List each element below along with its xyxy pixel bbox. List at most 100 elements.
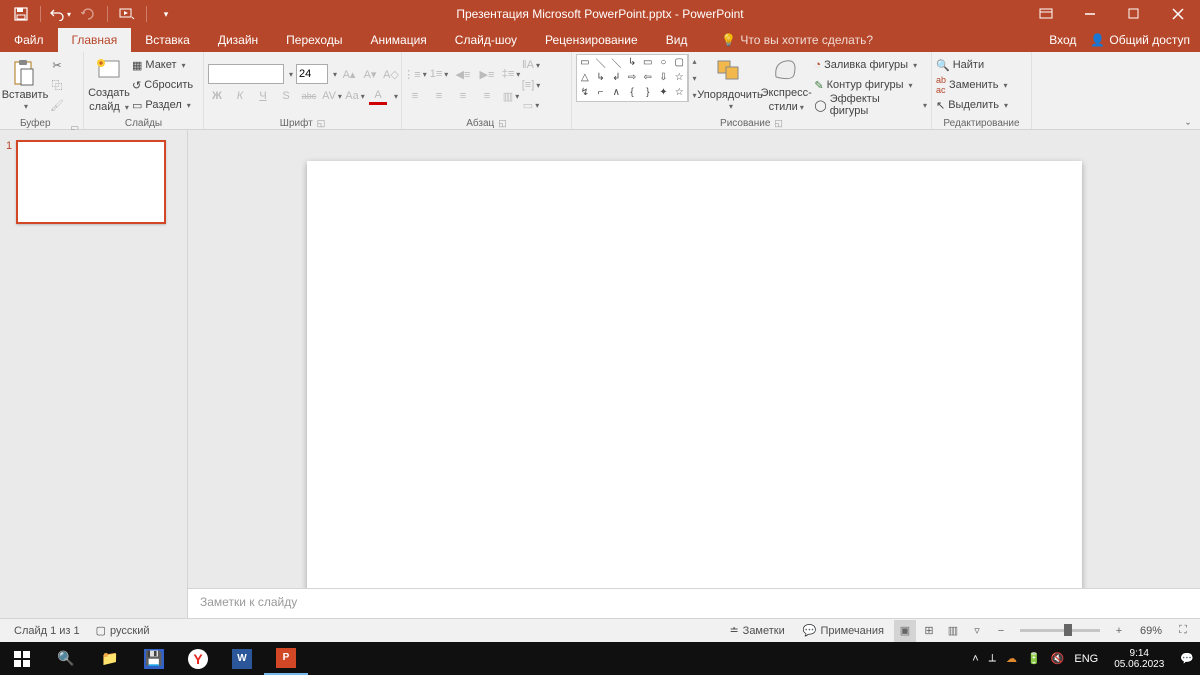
powerpoint-button[interactable]: P xyxy=(264,642,308,675)
underline-button[interactable]: Ч xyxy=(254,87,272,105)
align-center-icon[interactable]: ≡ xyxy=(430,87,448,105)
slide-counter[interactable]: Слайд 1 из 1 xyxy=(6,625,88,637)
new-slide-button[interactable]: Создать слайд ▾ xyxy=(88,54,130,116)
collapse-ribbon-icon[interactable]: ˬ xyxy=(1176,52,1200,129)
start-button[interactable] xyxy=(0,642,44,675)
tab-file[interactable]: Файл xyxy=(0,28,58,52)
shape-effects-button[interactable]: ◯Эффекты фигуры▾ xyxy=(814,96,927,114)
fit-window-icon[interactable]: ⛶ xyxy=(1172,620,1194,642)
normal-view-icon[interactable]: ▣ xyxy=(894,620,916,642)
tell-me-input[interactable]: 💡 Что вы хотите сделать? xyxy=(721,28,873,52)
italic-button[interactable]: К xyxy=(231,87,249,105)
notes-pane[interactable]: Заметки к слайду xyxy=(188,588,1200,618)
select-button[interactable]: ↖Выделить▾ xyxy=(936,96,1008,114)
dialog-launcher-icon[interactable]: ◱ xyxy=(317,118,326,129)
qat-more-icon[interactable]: ▾ xyxy=(153,1,179,27)
font-family-combo[interactable] xyxy=(208,64,284,84)
increase-indent-icon[interactable]: ▶≡ xyxy=(478,65,496,83)
find-button[interactable]: 🔍Найти xyxy=(936,56,1008,74)
tab-transitions[interactable]: Переходы xyxy=(272,28,356,52)
explorer-button[interactable]: 📁 xyxy=(88,642,132,675)
wifi-icon[interactable]: ⟂ xyxy=(989,652,996,665)
shape-outline-button[interactable]: ✎Контур фигуры▾ xyxy=(814,76,927,94)
tab-animations[interactable]: Анимация xyxy=(356,28,440,52)
paste-button[interactable]: Вставить ▾ xyxy=(4,54,46,116)
gallery-down-icon[interactable]: ▾ xyxy=(689,71,700,85)
gallery-up-icon[interactable]: ▴ xyxy=(689,54,700,68)
layout-button[interactable]: ▦Макет▾ xyxy=(132,56,193,74)
shadow-button[interactable]: S xyxy=(277,87,295,105)
section-button[interactable]: ▭Раздел▾ xyxy=(132,96,193,114)
ribbon-display-icon[interactable] xyxy=(1024,0,1068,28)
shape-fill-button[interactable]: ◔Заливка фигуры▾ xyxy=(814,56,927,74)
yandex-button[interactable]: Y xyxy=(176,642,220,675)
strike-button[interactable]: abc xyxy=(300,87,318,105)
sorter-view-icon[interactable]: ⊞ xyxy=(918,620,940,642)
zoom-slider[interactable] xyxy=(1020,629,1100,632)
volume-icon[interactable]: 🔇 xyxy=(1051,652,1065,665)
tab-design[interactable]: Дизайн xyxy=(204,28,272,52)
bullets-icon[interactable]: ⋮≡▾ xyxy=(406,65,424,83)
notes-toggle[interactable]: ≐Заметки xyxy=(721,624,792,637)
format-painter-icon[interactable]: 🖌 xyxy=(48,96,66,114)
slide-editor[interactable] xyxy=(188,130,1200,618)
decrease-indent-icon[interactable]: ◀≡ xyxy=(454,65,472,83)
save-icon[interactable] xyxy=(8,1,34,27)
clock[interactable]: 9:14 05.06.2023 xyxy=(1108,648,1170,670)
minimize-icon[interactable] xyxy=(1068,0,1112,28)
slide-canvas[interactable] xyxy=(307,161,1082,597)
arrange-button[interactable]: Упорядочить▾ xyxy=(702,54,758,116)
zoom-out-icon[interactable]: − xyxy=(990,620,1012,642)
reading-view-icon[interactable]: ▥ xyxy=(942,620,964,642)
zoom-level[interactable]: 69% xyxy=(1132,625,1170,637)
tab-home[interactable]: Главная xyxy=(58,28,132,52)
change-case-icon[interactable]: Aa▾ xyxy=(346,87,364,105)
decrease-font-icon[interactable]: A▾ xyxy=(361,65,379,83)
slideshow-view-icon[interactable]: ▿ xyxy=(966,620,988,642)
app-button-1[interactable]: 💾 xyxy=(132,642,176,675)
share-button[interactable]: 👤 Общий доступ xyxy=(1090,33,1190,47)
comments-toggle[interactable]: 💬Примечания xyxy=(795,624,892,637)
start-from-beginning-icon[interactable] xyxy=(114,1,140,27)
increase-font-icon[interactable]: A▴ xyxy=(340,65,358,83)
line-spacing-icon[interactable]: ‡≡▾ xyxy=(502,65,520,83)
replace-button[interactable]: abacЗаменить▾ xyxy=(936,76,1008,94)
smartart-icon[interactable]: ▭▾ xyxy=(522,96,540,114)
undo-icon[interactable]: ▾ xyxy=(47,1,73,27)
shapes-gallery[interactable]: ▭＼＼↳▭○▢ △↳↲⇨⇦⇩☆ ↯⌐∧{}✦☆ xyxy=(576,54,688,102)
align-text-icon[interactable]: [≡]▾ xyxy=(522,76,540,94)
tab-slideshow[interactable]: Слайд-шоу xyxy=(441,28,531,52)
align-right-icon[interactable]: ≡ xyxy=(454,87,472,105)
bold-button[interactable]: Ж xyxy=(208,87,226,105)
cut-icon[interactable]: ✂ xyxy=(48,56,66,74)
tab-review[interactable]: Рецензирование xyxy=(531,28,652,52)
dialog-launcher-icon[interactable]: ◱ xyxy=(774,118,783,129)
tab-view[interactable]: Вид xyxy=(652,28,702,52)
font-color-icon[interactable]: A xyxy=(369,87,387,105)
maximize-icon[interactable] xyxy=(1112,0,1156,28)
columns-icon[interactable]: ▥▾ xyxy=(502,87,520,105)
copy-icon[interactable]: ⿻ xyxy=(48,76,66,94)
font-size-combo[interactable] xyxy=(296,64,328,84)
char-spacing-icon[interactable]: AV▾ xyxy=(323,87,341,105)
onedrive-icon[interactable]: ☁ xyxy=(1006,652,1017,665)
justify-icon[interactable]: ≡ xyxy=(478,87,496,105)
tab-insert[interactable]: Вставка xyxy=(131,28,204,52)
signin-link[interactable]: Вход xyxy=(1049,33,1076,47)
quick-styles-button[interactable]: Экспресс- стили▾ xyxy=(760,54,812,116)
close-icon[interactable] xyxy=(1156,0,1200,28)
clear-format-icon[interactable]: A◇ xyxy=(382,65,400,83)
keyboard-lang[interactable]: ENG xyxy=(1074,653,1098,665)
dialog-launcher-icon[interactable]: ◱ xyxy=(498,118,507,129)
numbering-icon[interactable]: 1≡▾ xyxy=(430,65,448,83)
slide-thumbnail-1[interactable] xyxy=(16,140,166,224)
notifications-icon[interactable]: 💬 xyxy=(1180,652,1194,665)
language-status[interactable]: ▢русский xyxy=(88,624,158,637)
reset-button[interactable]: ↺Сбросить xyxy=(132,76,193,94)
zoom-in-icon[interactable]: + xyxy=(1108,620,1130,642)
word-button[interactable]: W xyxy=(220,642,264,675)
align-left-icon[interactable]: ≡ xyxy=(406,87,424,105)
search-button[interactable]: 🔍 xyxy=(44,642,88,675)
battery-icon[interactable]: 🔋 xyxy=(1027,652,1041,665)
tray-expand-icon[interactable]: ˄ xyxy=(972,653,978,665)
